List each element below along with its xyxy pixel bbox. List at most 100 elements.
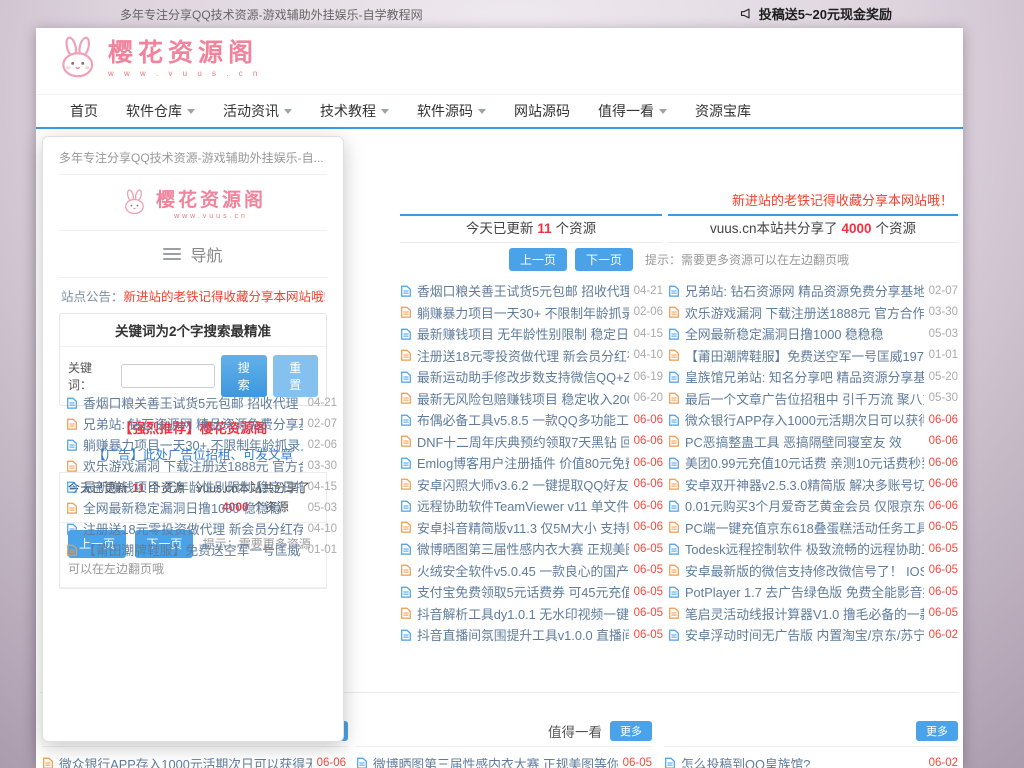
resource-date: 06-05 <box>929 564 958 576</box>
file-icon <box>400 629 412 641</box>
resource-date: 06-06 <box>634 478 663 490</box>
resource-list-item[interactable]: 火绒安全软件v5.0.45 一款良心的国产安全软件 06-05 <box>400 560 663 582</box>
nav-item-label: 资源宝库 <box>695 101 751 121</box>
resource-list-item[interactable]: 最新运动助手修改步数支持微信QQ+ZFB步数 06-19 <box>400 366 663 388</box>
resource-list-item[interactable]: 抖音直播间氛围提升工具v1.0.0 直播间自动发 06-05 <box>400 624 663 646</box>
resource-title: 全网最新稳定漏洞日撸1000 稳稳稳 <box>685 324 924 343</box>
resource-list-item[interactable]: 笔启灵活动线报计算器V1.0 撸毛必备的一款软 06-05 <box>668 603 958 625</box>
nav-item[interactable]: 软件仓库 <box>126 101 195 121</box>
resource-list-item[interactable]: PC端一键充值京东618叠蛋糕活动任务工具 06-05 <box>668 517 958 539</box>
bottom-resource-item[interactable]: 微众银行APP存入1000元活期次日可以获得无门 06-06 <box>42 752 346 768</box>
resource-title: Todesk远程控制软件 极致流畅的远程协助工具 <box>685 539 924 558</box>
resource-list-item[interactable]: 【莆田潮牌鞋服】免费送空军一号匡威1970s 01-01 <box>668 345 958 367</box>
resource-title: 兄弟站: 钻石资源网 精品资源免费分享基地 <box>685 281 924 300</box>
resource-list-item[interactable]: 最新无风险包赔赚钱项目 稳定收入200-500元 06-20 <box>400 388 663 410</box>
resource-date: 05-20 <box>929 371 958 383</box>
file-icon <box>668 543 680 555</box>
file-icon <box>400 500 412 512</box>
resource-list-item[interactable]: 最后一个文章广告位招租中 引千万流 聚八方 05-30 <box>668 388 958 410</box>
file-icon <box>400 371 412 383</box>
resource-list-item[interactable]: 安卓最新版的微信支持修改微信号了！ IOS版 06-05 <box>668 560 958 582</box>
resource-list-item[interactable]: 欢乐游戏漏洞 下载注册送1888元 官方合 03-30 <box>66 455 337 476</box>
nav-item[interactable]: 值得一看 <box>598 101 667 121</box>
updated-count: 11 <box>537 221 551 236</box>
file-icon <box>66 460 78 472</box>
resource-list-item[interactable]: DNF十二周年庆典预约领取7天黑钻 回归用户 06-06 <box>400 431 663 453</box>
nav-item[interactable]: 活动资讯 <box>223 101 292 121</box>
next-page-button[interactable]: 下一页 <box>575 248 633 271</box>
resource-title: PC端一键充值京东618叠蛋糕活动任务工具 <box>685 518 924 537</box>
file-icon <box>668 500 680 512</box>
resource-list-item[interactable]: 美团0.99元充值10元话费 亲测10元话费秒到 06-06 <box>668 452 958 474</box>
resource-date: 06-05 <box>623 757 652 768</box>
resource-date: 06-02 <box>929 629 958 641</box>
resource-list-item[interactable]: PC恶搞整蛊工具 恶搞隔壁同寝室友 效 06-06 <box>668 431 958 453</box>
today-updated-header: 今天已更新11个资源 <box>400 214 662 243</box>
resource-list-item[interactable]: 欢乐游戏漏洞 下载注册送1888元 官方合作 03-30 <box>668 302 958 324</box>
file-icon <box>66 481 78 493</box>
resource-list-item[interactable]: 微众银行APP存入1000元活期次日可以获得无 06-06 <box>668 409 958 431</box>
nav-item[interactable]: 网站源码 <box>514 101 570 121</box>
resource-list-item[interactable]: 安卓抖音精简版v11.3 仅5M大小 支持账号登录 06-06 <box>400 517 663 539</box>
nav-item[interactable]: 首页 <box>70 101 98 121</box>
resource-list-item[interactable]: 躺赚暴力项目一天30+ 不限制年龄抓录上 02-06 <box>66 434 337 455</box>
resource-list-item[interactable]: 最新赚钱项目 无年龄性别限制 稳定日撸300+ 04-15 <box>400 323 663 345</box>
resource-list-item[interactable]: 注册送18元零投资做代理 新会员分红存 04-10 <box>66 518 337 539</box>
resource-list-item[interactable]: 微博晒图第三届性感内衣大赛 正规美图等你欣赏 06-05 <box>400 538 663 560</box>
resource-list-item[interactable]: 皇族馆兄弟站: 知名分享吧 精品资源分享基地 05-20 <box>668 366 958 388</box>
resource-list-item[interactable]: 安卓双开神器v2.5.3.0精简版 解决多账号切换 06-06 <box>668 474 958 496</box>
keyword-input[interactable] <box>121 364 215 388</box>
prev-page-button[interactable]: 上一页 <box>509 248 567 271</box>
bottom-resource-item[interactable]: 微博晒图第三届性感内衣大赛 正规美图等你欣赏 06-05 <box>356 752 652 768</box>
resource-list-item[interactable]: 支付宝免费领取5元话费券 可45元充值三网50 06-05 <box>400 581 663 603</box>
resource-list-item[interactable]: 抖音解析工具dy1.0.1 无水印视频一键解析软件 06-05 <box>400 603 663 625</box>
file-icon <box>42 757 54 768</box>
site-logo[interactable]: 樱花资源阁 w w w . v u u s . c n <box>54 36 261 82</box>
resource-list-item[interactable]: 0.01元购买3个月爱奇艺黄金会员 仅限京东白 06-06 <box>668 495 958 517</box>
resource-title: 微博晒图第三届性感内衣大赛 正规美图等你欣赏 <box>373 754 618 768</box>
file-icon <box>668 306 680 318</box>
resource-list-item[interactable]: 香烟口粮关善王试货5元包邮 招收代理 04-21 <box>66 392 337 413</box>
resource-list-item[interactable]: 【莆田潮牌鞋服】免费送空军一号匡威 01-01 <box>66 539 337 560</box>
pagination: 上一页 下一页 提示：需要更多资源可以在左边翻页哦 <box>400 248 958 271</box>
popup-resource-list: 香烟口粮关善王试货5元包邮 招收代理 04-21 兄弟站: 钻石资源网 精品资源… <box>60 389 343 566</box>
resource-title: 怎么投稿到QQ皇族馆? <box>681 754 924 768</box>
resource-title: 香烟口粮关善王试货5元包邮 招收代理 <box>417 281 629 300</box>
resource-list-item[interactable]: 全网最新稳定漏洞日撸1000 稳稳稳 05-03 <box>66 497 337 518</box>
resource-list-item[interactable]: 躺赚暴力项目一天30+ 不限制年龄抓录上车 02-06 <box>400 302 663 324</box>
nav-item[interactable]: 技术教程 <box>320 101 389 121</box>
resource-date: 06-05 <box>929 521 958 533</box>
popup-logo[interactable]: 樱花资源阁 www.vuus.cn <box>59 175 327 231</box>
resource-list-item[interactable]: Todesk远程控制软件 极致流畅的远程协助工具 06-05 <box>668 538 958 560</box>
resource-title: 全网最新稳定漏洞日撸1000 稳稳稳 <box>83 498 303 517</box>
file-icon <box>668 607 680 619</box>
rabbit-logo-icon <box>120 189 148 217</box>
resource-title: DNF十二周年庆典预约领取7天黑钻 回归用户 <box>417 432 629 451</box>
nav-item[interactable]: 软件源码 <box>417 101 486 121</box>
resource-date: 06-05 <box>929 607 958 619</box>
popup-nav-toggle[interactable]: 导航 <box>59 231 327 278</box>
resource-list-item[interactable]: 安卓闪照大师v3.6.2 一键提取QQ好友发的闪照 06-06 <box>400 474 663 496</box>
resource-list-item[interactable]: 兄弟站: 钻石资源网 精品资源免费分享基 02-07 <box>66 413 337 434</box>
file-icon <box>668 521 680 533</box>
more-button[interactable]: 更多 <box>916 721 958 741</box>
resource-list-item[interactable]: 最新赚钱项目 无年龄性别限制 稳定日撸 04-15 <box>66 476 337 497</box>
popup-site-notice: 站点公告： 新进站的老铁记得收藏分享本网站哦! 本 <box>59 278 327 313</box>
resource-list-item[interactable]: PotPlayer 1.7 去广告绿色版 免费全能影音播 06-05 <box>668 581 958 603</box>
resource-date: 06-05 <box>929 543 958 555</box>
more-button[interactable]: 更多 <box>610 721 652 741</box>
file-icon <box>66 523 78 535</box>
resource-title: 【莆田潮牌鞋服】免费送空军一号匡威1970s <box>685 346 924 365</box>
resource-list-item[interactable]: 安卓浮动时间无广告版 内置淘宝/京东/苏宁/拼 06-02 <box>668 624 958 646</box>
nav-item[interactable]: 资源宝库 <box>695 101 751 121</box>
resource-list-item[interactable]: 远程协助软件TeamViewer v11 单文件版 方便 06-06 <box>400 495 663 517</box>
nav-item-label: 网站源码 <box>514 101 570 121</box>
resource-list-item[interactable]: 香烟口粮关善王试货5元包邮 招收代理 04-21 <box>400 280 663 302</box>
resource-list-item[interactable]: 注册送18元零投资做代理 新会员分红存1000 04-10 <box>400 345 663 367</box>
resource-list-item[interactable]: Emlog博客用户注册插件 价值80元免费分享 06-06 <box>400 452 663 474</box>
bottom-resource-item[interactable]: 怎么投稿到QQ皇族馆? 06-02 <box>664 752 958 768</box>
resource-list-item[interactable]: 兄弟站: 钻石资源网 精品资源免费分享基地 02-07 <box>668 280 958 302</box>
resource-list-item[interactable]: 布偶必备工具v5.8.5 一款QQ多功能工具软件 06-06 <box>400 409 663 431</box>
resource-title: 皇族馆兄弟站: 知名分享吧 精品资源分享基地 <box>685 367 924 386</box>
resource-list-item[interactable]: 全网最新稳定漏洞日撸1000 稳稳稳 05-03 <box>668 323 958 345</box>
